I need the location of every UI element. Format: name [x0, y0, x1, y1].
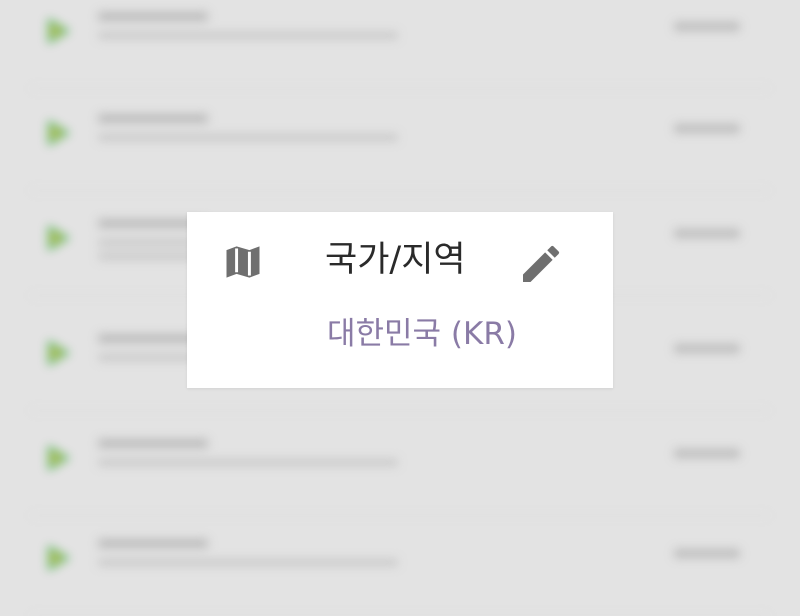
setting-label: 국가/지역 [325, 240, 466, 280]
list-item-amount-placeholder [674, 449, 740, 458]
list-item-title-placeholder [98, 12, 208, 21]
list-item-title-placeholder [98, 439, 208, 448]
list-item-title-placeholder [98, 539, 208, 548]
list-item-subtitle-placeholder [98, 459, 398, 466]
play-store-icon [48, 225, 70, 251]
list-item-subtitle-placeholder [98, 32, 398, 39]
setting-value: 대한민국 (KR) [327, 316, 517, 352]
list-item [30, 515, 770, 616]
list-item-amount-placeholder [674, 229, 740, 238]
list-item-title-placeholder [98, 114, 208, 123]
play-store-icon [48, 120, 70, 146]
play-store-icon [48, 445, 70, 471]
map-icon [226, 246, 260, 278]
list-item [30, 0, 770, 89]
edit-pencil-icon[interactable] [517, 240, 565, 288]
play-store-icon [48, 545, 70, 571]
list-item [30, 415, 770, 516]
list-item-subtitle-placeholder [98, 134, 398, 141]
list-item-amount-placeholder [674, 22, 740, 31]
list-item-amount-placeholder [674, 344, 740, 353]
play-store-icon [48, 18, 70, 44]
list-item-amount-placeholder [674, 124, 740, 133]
list-item-subtitle-placeholder [98, 559, 398, 566]
list-item [30, 90, 770, 191]
country-region-setting-card[interactable]: 국가/지역 대한민국 (KR) [187, 212, 613, 388]
list-item-amount-placeholder [674, 549, 740, 558]
play-store-icon [48, 340, 70, 366]
